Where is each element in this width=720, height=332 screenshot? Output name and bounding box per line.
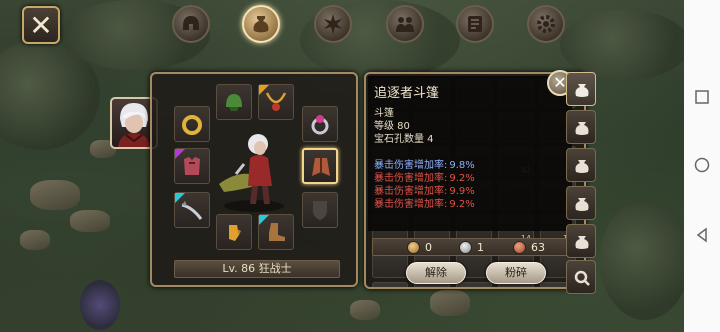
search-icon <box>574 270 590 286</box>
android-navigation-bar <box>684 0 720 332</box>
group-icon <box>396 17 414 32</box>
unequip-button[interactable]: 解除 <box>406 262 466 284</box>
burst-icon <box>324 14 342 34</box>
bag-tab-button[interactable] <box>242 5 280 43</box>
bag-icon <box>253 16 269 33</box>
stat-line: 暴击伤害增加率: 9.2% <box>374 195 475 210</box>
copper-amount: 63 <box>531 241 545 254</box>
cloak-icon <box>312 158 330 176</box>
inventory-slot[interactable] <box>456 282 492 287</box>
inventory-slot[interactable] <box>372 282 408 287</box>
recent-apps-button[interactable] <box>693 88 711 106</box>
boots-slot[interactable] <box>258 214 294 250</box>
gold-amount: 0 <box>425 241 432 254</box>
bag-page-tab[interactable] <box>566 110 596 144</box>
pink-ring-icon <box>311 115 329 135</box>
ring-slot-2[interactable] <box>302 106 338 142</box>
skills-tab-button[interactable] <box>314 5 352 43</box>
character-tab-button[interactable] <box>172 5 210 43</box>
stat-label: 暴击伤害增加率: <box>374 199 448 210</box>
helmet-icon <box>183 16 199 30</box>
bag-page-tab[interactable] <box>566 224 596 258</box>
gloves-icon <box>229 225 241 241</box>
top-navigation-bar: ✕ <box>0 0 684 50</box>
item-name: 追逐者斗篷 <box>374 86 440 101</box>
cloak-slot-selected[interactable] <box>302 148 338 184</box>
home-button[interactable] <box>693 156 711 174</box>
stat-value: 9.2% <box>449 199 475 210</box>
armor-icon <box>184 157 200 175</box>
bag-icon <box>575 122 589 135</box>
bag-search-tab[interactable] <box>566 260 596 294</box>
boots-icon <box>269 223 285 241</box>
gear-icon <box>537 15 555 33</box>
ring-slot[interactable] <box>174 106 210 142</box>
bag-icon <box>575 160 589 173</box>
inventory-panel: 421415 追逐者斗篷 斗篷 等级 80 宝石孔数量 4 暴击伤害增加率:9.… <box>364 72 586 289</box>
party-tab-button[interactable] <box>386 5 424 43</box>
bag-icon <box>575 198 589 211</box>
character-model <box>214 114 294 214</box>
silver-amount: 1 <box>477 241 484 254</box>
gloves-slot[interactable] <box>216 214 252 250</box>
bag-icon <box>575 84 589 97</box>
character-level-label: Lv. 86 狂战士 <box>174 260 340 278</box>
sword-icon <box>181 201 203 220</box>
bag-page-tab[interactable] <box>566 72 596 106</box>
item-gem-slots: 宝石孔数量 4 <box>374 134 434 145</box>
shatter-button[interactable]: 粉碎 <box>486 262 546 284</box>
offhand-slot-empty[interactable] <box>302 192 338 228</box>
back-button[interactable] <box>693 226 711 244</box>
close-menu-button[interactable]: ✕ <box>22 6 60 44</box>
bag-page-tab[interactable] <box>566 148 596 182</box>
gold-ring-icon <box>182 115 202 135</box>
necklace-icon <box>265 92 287 111</box>
silver-coin-icon <box>459 241 472 254</box>
scroll-icon <box>468 16 482 32</box>
bag-icon <box>575 236 589 249</box>
currency-bar: 0 1 63 <box>372 238 568 256</box>
green-helmet-icon <box>226 94 242 111</box>
bag-page-tab[interactable] <box>566 186 596 220</box>
gold-coin-icon <box>407 241 420 254</box>
quests-tab-button[interactable] <box>456 5 494 43</box>
settings-tab-button[interactable] <box>527 5 565 43</box>
weapon-slot[interactable] <box>174 192 210 228</box>
shield-silhouette-icon <box>313 201 327 220</box>
copper-coin-icon <box>513 241 526 254</box>
equipment-panel: Lv. 86 狂战士 <box>150 72 358 287</box>
armor-slot[interactable] <box>174 148 210 184</box>
item-tooltip: 追逐者斗篷 斗篷 等级 80 宝石孔数量 4 暴击伤害增加率: 9.8% 暴击伤害… <box>368 76 572 231</box>
